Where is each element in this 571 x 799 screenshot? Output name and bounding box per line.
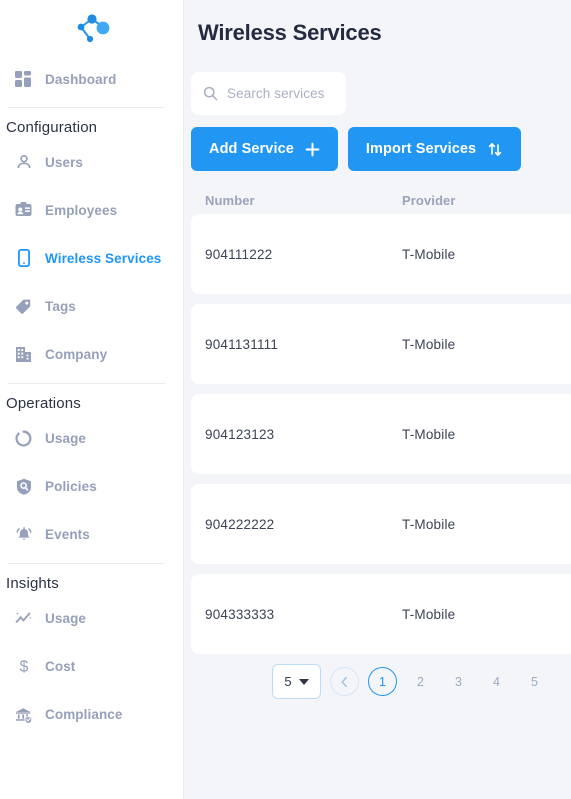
pagination-page-5[interactable]: 5: [520, 667, 549, 696]
sidebar-item-label: Cost: [45, 658, 76, 674]
sidebar-section-operations: Operations Usage Policies Events: [0, 395, 183, 551]
sidebar-item-label: Dashboard: [45, 71, 117, 87]
cell-provider: T-Mobile: [402, 516, 456, 532]
chevron-left-icon: [341, 676, 347, 687]
table-row[interactable]: 9041131111 T-Mobile: [191, 304, 571, 384]
sidebar-section-insights: Insights Usage $ Cost Compliance: [0, 575, 183, 731]
table-row[interactable]: 904333333 T-Mobile: [191, 574, 571, 654]
table-row[interactable]: 904111222 T-Mobile: [191, 214, 571, 294]
building-icon: [14, 345, 33, 364]
sidebar-item-label: Employees: [45, 202, 118, 218]
page-size-value: 5: [284, 674, 292, 689]
pagination-prev-button[interactable]: [330, 667, 359, 696]
table-row[interactable]: 904222222 T-Mobile: [191, 484, 571, 564]
sidebar-item-cost[interactable]: $ Cost: [0, 649, 183, 683]
app-root: Dashboard Configuration Users Employees …: [0, 0, 571, 799]
id-badge-icon: [14, 201, 33, 220]
dollar-icon: $: [14, 657, 33, 676]
user-icon: [14, 153, 33, 172]
plus-icon: [305, 142, 320, 156]
sidebar-divider-3: [8, 563, 165, 564]
sidebar-item-label: Users: [45, 154, 84, 170]
trend-sparkle-icon: [14, 609, 33, 628]
cell-number: 904123123: [205, 426, 275, 442]
pagination-page-3[interactable]: 3: [444, 667, 473, 696]
cell-provider: T-Mobile: [402, 606, 456, 622]
sidebar-item-dashboard[interactable]: Dashboard: [0, 62, 183, 96]
sidebar-item-employees[interactable]: Employees: [0, 193, 183, 227]
cell-number: 904222222: [205, 516, 275, 532]
pagination-page-1[interactable]: 1: [368, 667, 397, 696]
sidebar-item-label: Policies: [45, 478, 97, 494]
sidebar-item-wireless-services[interactable]: Wireless Services: [0, 241, 183, 275]
up-down-arrows-icon: [489, 142, 502, 156]
donut-chart-icon: [14, 429, 33, 448]
network-graph-logo: [77, 14, 109, 43]
sidebar-item-insights-usage[interactable]: Usage: [0, 601, 183, 635]
bank-shield-icon: [14, 705, 33, 724]
action-button-row: Add Service Import Services: [191, 127, 571, 171]
sidebar-item-compliance[interactable]: Compliance: [0, 697, 183, 731]
sidebar-divider-1: [8, 107, 165, 108]
table-header-row: Number Provider: [184, 193, 571, 208]
pagination-page-2[interactable]: 2: [406, 667, 435, 696]
sidebar-item-label: Usage: [45, 610, 87, 626]
bell-icon: [14, 525, 33, 544]
section-title-configuration: Configuration: [6, 119, 98, 136]
table-body: 904111222 T-Mobile 9041131111 T-Mobile 9…: [184, 214, 571, 654]
cell-number: 9041131111: [205, 336, 279, 352]
column-header-provider: Provider: [402, 193, 456, 208]
svg-text:$: $: [19, 659, 28, 676]
cell-provider: T-Mobile: [402, 246, 456, 262]
sidebar-item-company[interactable]: Company: [0, 337, 183, 371]
tag-icon: [14, 297, 33, 316]
cell-provider: T-Mobile: [402, 336, 456, 352]
sidebar-item-users[interactable]: Users: [0, 145, 183, 179]
sidebar-section-configuration: Configuration Users Employees Wireless S…: [0, 119, 183, 371]
cell-provider: T-Mobile: [402, 426, 456, 442]
sidebar-top-nav: Dashboard: [0, 62, 183, 96]
sidebar-item-label: Tags: [45, 298, 76, 314]
sidebar: Dashboard Configuration Users Employees …: [0, 0, 184, 799]
import-services-label: Import Services: [365, 141, 477, 157]
chevron-down-icon: [298, 678, 309, 685]
shield-search-icon: [14, 477, 33, 496]
search-icon: [203, 86, 218, 101]
cell-number: 904333333: [205, 606, 275, 622]
sidebar-divider-2: [8, 383, 165, 384]
section-title-operations: Operations: [6, 395, 81, 412]
sidebar-item-label: Company: [45, 346, 108, 362]
pagination: 5 1 2 3 4 5: [184, 664, 571, 699]
import-services-button[interactable]: Import Services: [347, 127, 522, 171]
column-header-number: Number: [205, 193, 255, 208]
sidebar-item-label: Compliance: [45, 706, 123, 722]
add-service-button[interactable]: Add Service: [191, 127, 338, 171]
search-placeholder: Search services: [227, 86, 325, 101]
sidebar-item-operations-usage[interactable]: Usage: [0, 421, 183, 455]
sidebar-item-tags[interactable]: Tags: [0, 289, 183, 323]
logo-container[interactable]: [0, 0, 183, 58]
dashboard-grid-icon: [14, 70, 33, 89]
mobile-phone-icon: [14, 249, 33, 268]
add-service-label: Add Service: [209, 141, 294, 157]
sidebar-item-policies[interactable]: Policies: [0, 469, 183, 503]
page-title: Wireless Services: [198, 20, 382, 45]
main-content: Wireless Services Search services Add Se…: [184, 0, 571, 799]
pagination-page-4[interactable]: 4: [482, 667, 511, 696]
table-row[interactable]: 904123123 T-Mobile: [191, 394, 571, 474]
sidebar-item-label: Usage: [45, 430, 87, 446]
sidebar-item-events[interactable]: Events: [0, 517, 183, 551]
sidebar-item-label: Events: [45, 526, 90, 542]
cell-number: 904111222: [205, 246, 273, 262]
page-size-select[interactable]: 5: [272, 664, 321, 699]
sidebar-item-label: Wireless Services: [45, 250, 162, 266]
section-title-insights: Insights: [6, 575, 59, 592]
search-input[interactable]: Search services: [191, 72, 346, 115]
